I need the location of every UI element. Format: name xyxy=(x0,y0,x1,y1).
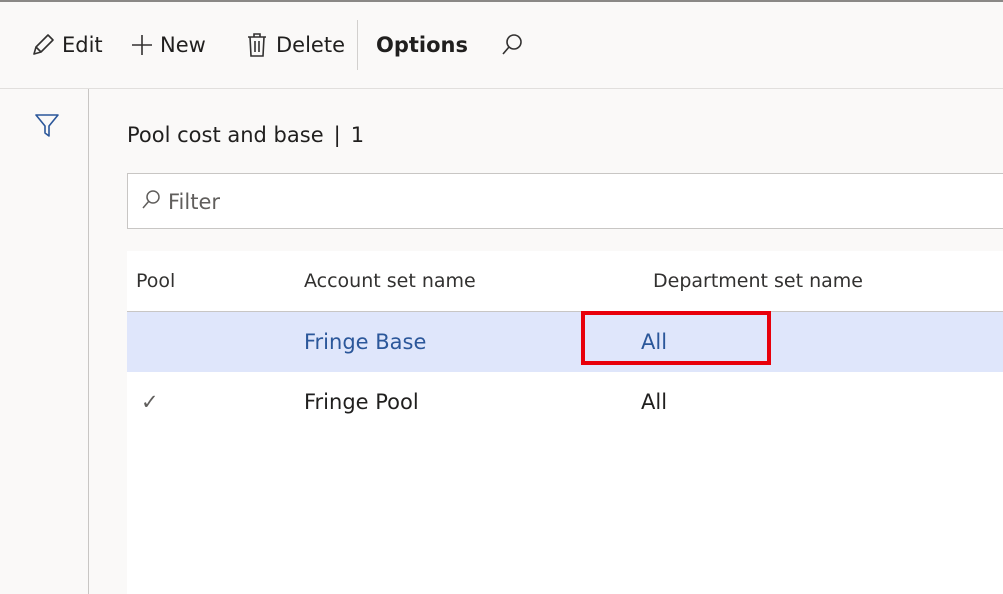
trash-icon xyxy=(246,31,268,59)
delete-label: Delete xyxy=(276,33,345,57)
edit-button[interactable]: Edit xyxy=(30,2,103,88)
filter-pane-button[interactable] xyxy=(33,111,61,139)
grid-caption: Pool cost and base | 1 xyxy=(127,123,364,147)
account-set-cell[interactable]: Fringe Base xyxy=(304,312,426,372)
new-button[interactable]: New xyxy=(130,2,206,88)
department-set-cell[interactable]: All xyxy=(641,372,667,432)
table-row[interactable]: ✓ Fringe Pool All xyxy=(127,372,1003,432)
options-tab[interactable]: Options xyxy=(376,2,468,88)
toolbar-divider xyxy=(357,20,358,70)
search-icon xyxy=(500,33,524,57)
column-header-department-set-name[interactable]: Department set name xyxy=(653,251,863,311)
caption-separator: | xyxy=(333,123,341,147)
department-set-cell[interactable]: All xyxy=(641,312,667,372)
table-row[interactable]: Fringe Base All xyxy=(127,312,1003,372)
quick-filter xyxy=(127,173,1003,229)
grid-region: Pool cost and base | 1 Pool Account set na… xyxy=(89,89,1003,594)
pool-checkmark[interactable]: ✓ xyxy=(141,372,159,432)
left-rail xyxy=(0,89,89,594)
new-label: New xyxy=(160,33,206,57)
action-pane: Edit New Delete Options xyxy=(0,2,1003,89)
data-grid: Pool Account set name Department set nam… xyxy=(127,251,1003,594)
plus-icon xyxy=(130,33,154,57)
search-button[interactable] xyxy=(500,2,524,88)
options-label: Options xyxy=(376,33,468,57)
record-count: 1 xyxy=(350,123,365,147)
pencil-icon xyxy=(30,32,56,58)
funnel-icon xyxy=(33,114,61,143)
grid-title: Pool cost and base xyxy=(127,123,324,147)
edit-label: Edit xyxy=(62,33,103,57)
filter-search-icon xyxy=(140,189,162,215)
column-header-pool[interactable]: Pool xyxy=(136,251,175,311)
grid-header: Pool Account set name Department set nam… xyxy=(127,251,1003,312)
delete-button[interactable]: Delete xyxy=(246,2,345,88)
filter-input[interactable] xyxy=(166,184,990,220)
column-header-account-set-name[interactable]: Account set name xyxy=(304,251,476,311)
account-set-cell[interactable]: Fringe Pool xyxy=(304,372,419,432)
